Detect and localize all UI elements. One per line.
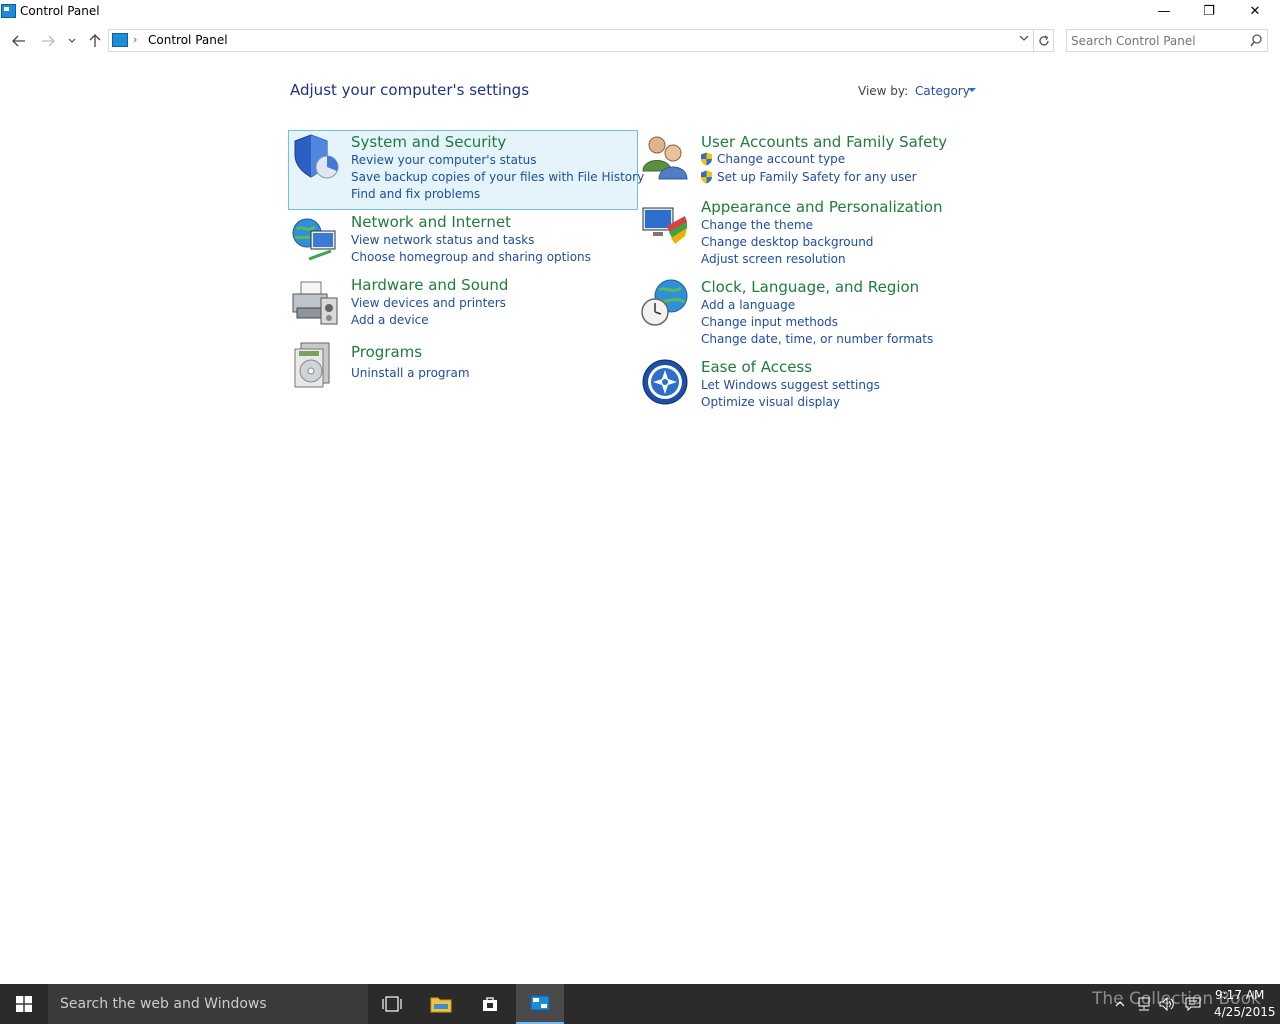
chevron-up-icon: [1115, 1001, 1125, 1007]
restore-button[interactable]: ❐: [1186, 0, 1232, 22]
appearance-icon: [642, 207, 687, 244]
address-dropdown-button[interactable]: [1019, 32, 1029, 45]
category-programs[interactable]: Programs Uninstall a program: [289, 341, 639, 391]
arrow-up-icon: [89, 34, 101, 47]
link-uninstall-program[interactable]: Uninstall a program: [351, 366, 470, 380]
chevron-down-icon: [1019, 35, 1029, 41]
link-screen-resolution[interactable]: Adjust screen resolution: [701, 252, 846, 266]
printer-icon: [292, 281, 338, 325]
task-view-icon: [382, 996, 402, 1012]
search-box[interactable]: [1066, 29, 1268, 52]
link-file-history[interactable]: Save backup copies of your files with Fi…: [351, 170, 644, 184]
link-suggest-settings[interactable]: Let Windows suggest settings: [701, 378, 880, 392]
taskbar: Search the web and Windows The Collectio…: [0, 984, 1280, 1024]
taskbar-search-placeholder: Search the web and Windows: [60, 996, 267, 1012]
users-icon: [642, 136, 688, 180]
forward-button[interactable]: [38, 31, 58, 51]
category-title[interactable]: Hardware and Sound: [351, 276, 508, 294]
network-tray-icon[interactable]: [1136, 996, 1152, 1012]
refresh-button[interactable]: [1034, 29, 1054, 52]
category-title[interactable]: Clock, Language, and Region: [701, 278, 919, 296]
minimize-button[interactable]: —: [1141, 0, 1187, 22]
network-globe-icon: [292, 218, 336, 261]
chevron-down-icon: [68, 38, 76, 43]
link-homegroup[interactable]: Choose homegroup and sharing options: [351, 250, 591, 264]
control-panel-icon: [530, 995, 550, 1011]
up-button[interactable]: [85, 31, 105, 51]
network-icon: [1138, 997, 1150, 1011]
category-title[interactable]: User Accounts and Family Safety: [701, 133, 947, 151]
link-review-status[interactable]: Review your computer's status: [351, 153, 537, 167]
link-desktop-background[interactable]: Change desktop background: [701, 235, 873, 249]
start-button[interactable]: [0, 984, 48, 1024]
link-change-account-type[interactable]: Change account type: [717, 152, 845, 166]
speaker-icon: [1159, 997, 1174, 1011]
task-view-button[interactable]: [368, 984, 416, 1024]
search-icon[interactable]: [1250, 34, 1262, 47]
show-hidden-icons-button[interactable]: [1112, 996, 1128, 1012]
notification-icon: [1185, 997, 1201, 1011]
taskbar-search-box[interactable]: Search the web and Windows: [48, 984, 368, 1024]
store-bag-icon: [483, 997, 497, 1011]
store-button[interactable]: [466, 984, 514, 1024]
uac-shield-icon: [701, 152, 712, 166]
category-system-and-security[interactable]: System and Security Review your computer…: [288, 130, 644, 210]
search-input[interactable]: [1071, 32, 1241, 49]
programs-icon: [294, 342, 330, 388]
category-ease-of-access[interactable]: Ease of Access Let Windows suggest setti…: [640, 356, 970, 411]
uac-shield-icon: [701, 170, 712, 184]
category-appearance[interactable]: Appearance and Personalization Change th…: [640, 196, 970, 268]
shield-icon: [294, 134, 339, 179]
window-title: Control Panel: [20, 4, 100, 18]
windows-logo-icon: [16, 996, 32, 1012]
category-title[interactable]: Programs: [351, 343, 422, 361]
category-user-accounts[interactable]: User Accounts and Family Safety Change a…: [640, 131, 970, 191]
caret-down-icon[interactable]: [968, 88, 976, 92]
view-by-dropdown[interactable]: Category: [915, 84, 970, 98]
back-button[interactable]: [9, 31, 29, 51]
link-family-safety[interactable]: Set up Family Safety for any user: [717, 170, 917, 184]
category-hardware-and-sound[interactable]: Hardware and Sound View devices and prin…: [289, 274, 639, 329]
link-network-status[interactable]: View network status and tasks: [351, 233, 534, 247]
navigation-bar: › Control Panel: [0, 28, 1280, 54]
category-network-and-internet[interactable]: Network and Internet View network status…: [289, 211, 639, 271]
category-title[interactable]: System and Security: [351, 133, 506, 151]
breadcrumb[interactable]: Control Panel: [148, 33, 228, 47]
address-bar[interactable]: › Control Panel: [108, 29, 1034, 52]
title-bar[interactable]: Control Panel — ❐ ✕: [0, 0, 1280, 23]
link-add-language[interactable]: Add a language: [701, 298, 795, 312]
file-explorer-button[interactable]: [417, 984, 465, 1024]
link-devices-printers[interactable]: View devices and printers: [351, 296, 506, 310]
close-button[interactable]: ✕: [1232, 0, 1278, 22]
category-title[interactable]: Appearance and Personalization: [701, 198, 943, 216]
link-input-methods[interactable]: Change input methods: [701, 315, 838, 329]
link-find-fix-problems[interactable]: Find and fix problems: [351, 187, 480, 201]
ease-of-access-icon: [642, 359, 688, 405]
view-by-label: View by:: [858, 84, 909, 98]
link-add-device[interactable]: Add a device: [351, 313, 429, 327]
control-panel-icon: [112, 33, 128, 47]
breadcrumb-separator[interactable]: ›: [133, 33, 137, 46]
recent-locations-button[interactable]: [62, 31, 82, 51]
page-title: Adjust your computer's settings: [290, 81, 530, 99]
category-title[interactable]: Ease of Access: [701, 358, 812, 376]
volume-tray-icon[interactable]: [1159, 996, 1175, 1012]
control-panel-taskbar-button[interactable]: [516, 984, 564, 1024]
link-optimize-visual[interactable]: Optimize visual display: [701, 395, 840, 409]
category-title[interactable]: Network and Internet: [351, 213, 511, 231]
folder-icon: [430, 997, 452, 1013]
link-date-time-formats[interactable]: Change date, time, or number formats: [701, 332, 933, 346]
clock-date[interactable]: 4/25/2015: [1214, 1005, 1276, 1019]
clock-globe-icon: [641, 279, 688, 326]
action-center-tray-icon[interactable]: [1185, 996, 1201, 1012]
category-clock-language-region[interactable]: Clock, Language, and Region Add a langua…: [640, 276, 970, 348]
control-panel-icon: [1, 4, 16, 18]
refresh-icon: [1038, 34, 1049, 46]
arrow-left-icon: [12, 35, 25, 47]
arrow-right-icon: [42, 35, 55, 47]
link-change-theme[interactable]: Change the theme: [701, 218, 813, 232]
clock-time[interactable]: 9:17 AM: [1215, 988, 1264, 1002]
